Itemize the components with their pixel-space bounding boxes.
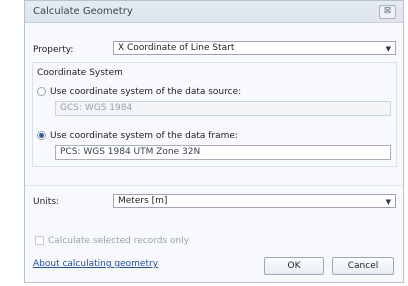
source-coordinate-label: Use coordinate system of the data source…	[50, 87, 242, 97]
chevron-down-icon: ▼	[385, 45, 391, 53]
units-label: Units:	[33, 197, 60, 207]
property-label: Property:	[33, 45, 74, 55]
cancel-button[interactable]: Cancel	[332, 257, 394, 275]
about-geometry-link[interactable]: About calculating geometry	[33, 259, 158, 269]
close-icon[interactable]: ⊠	[379, 5, 396, 19]
property-select[interactable]: X Coordinate of Line Start ▼	[113, 41, 396, 55]
frame-coordinate-field: PCS: WGS 1984 UTM Zone 32N	[55, 145, 391, 160]
source-coordinate-field: GCS: WGS 1984	[55, 101, 391, 116]
frame-coordinate-radio[interactable]	[37, 131, 46, 140]
selected-only-checkbox[interactable]	[35, 236, 44, 245]
divider	[25, 185, 403, 186]
ok-button[interactable]: OK	[264, 257, 324, 275]
calculate-geometry-dialog: Calculate Geometry ⊠ Property: X Coordin…	[24, 0, 404, 283]
units-value: Meters [m]	[118, 196, 168, 206]
title-bar: Calculate Geometry ⊠	[25, 1, 403, 23]
chevron-down-icon: ▼	[385, 198, 391, 206]
source-coordinate-radio[interactable]	[37, 87, 46, 96]
coordinate-system-label: Coordinate System	[37, 68, 123, 78]
selected-only-label: Calculate selected records only	[48, 236, 190, 246]
dialog-title: Calculate Geometry	[33, 6, 133, 17]
property-value: X Coordinate of Line Start	[118, 43, 235, 53]
frame-coordinate-label: Use coordinate system of the data frame:	[50, 131, 238, 141]
units-select[interactable]: Meters [m] ▼	[113, 194, 396, 208]
